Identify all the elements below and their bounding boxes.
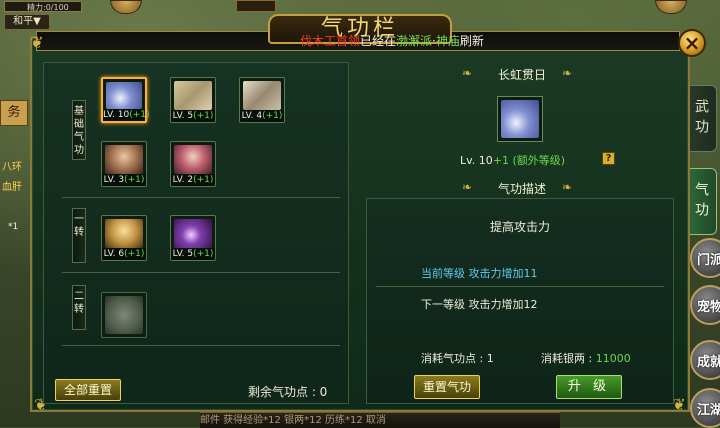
cost-silver: 消耗银两 : 11000 [541,350,631,366]
tier-label-first: 一转 [72,208,86,263]
cost-silver-value: 11000 [595,352,631,365]
skill-level: LV. 6 [103,249,125,259]
skill-slot[interactable]: LV. 3(+1) [101,141,147,187]
tier-divider [62,197,340,198]
broadcast-text-b: 刷新 [459,34,484,48]
cost-silver-label: 消耗银两 : [541,352,593,365]
purple-orb-skill-icon [174,219,212,248]
monk-skill-icon [105,219,143,248]
skill-slot[interactable]: LV. 6(+1) [101,215,147,261]
next-level-effect: 下一等级 攻击力增加12 [421,298,538,311]
blade-skill-icon [106,82,142,109]
upgrade-button[interactable]: 升 级 [556,375,622,399]
skill-slot[interactable]: LV. 5(+1) [170,77,216,123]
skill-extra-level: +1 (额外等级) [492,154,566,167]
pk-mode-dropdown[interactable]: 和平▼ [4,14,50,30]
skill-bonus: (+1) [193,249,214,259]
tier-label-second: 二转 [72,285,86,330]
broadcast-location-b: 神庙 [435,34,460,48]
tab-qigong[interactable]: 气功 [686,168,717,235]
bottom-chat-strip: 邮件 获得经验*12 银两*12 历练*12 取消 [200,412,560,428]
skill-level: LV. 5 [172,249,194,259]
skill-level: LV. 10 [103,110,130,120]
reset-qigong-button[interactable]: 重置气功 [414,375,480,399]
skill-bonus: (+1) [129,110,150,120]
blade-skill-icon [501,100,539,138]
corner-ornament-icon: ❦ [30,33,44,52]
energy-bar: 精力:0/100 [4,1,82,12]
tab-martial-arts[interactable]: 武功 [686,85,717,152]
description-title: 气功描述 [497,182,546,196]
skill-level-line: Lv. 10+1 (额外等级) [460,152,565,168]
help-icon[interactable]: ? [602,152,615,165]
skill-slot[interactable]: LV. 4(+1) [239,77,285,123]
tier-label-basic: 基础气功 [72,100,86,160]
reset-all-button[interactable]: 全部重置 [55,379,121,401]
tier-divider [62,272,340,273]
remaining-points: 剩余气功点 : 0 [248,385,328,399]
gold-skill-icon [174,81,212,110]
skill-bonus: (+1) [262,111,283,121]
broadcast-text-a: 已经在 [360,34,397,48]
current-level-effect: 当前等级 攻击力增加11 [421,267,538,280]
heroine-skill-icon [174,145,212,174]
skill-level: LV. 2 [172,175,194,185]
skill-description: 提高攻击力 [489,220,550,234]
top-right-icon[interactable] [655,0,687,14]
broadcast-message: 伐木工首领已经在渤澥派·神庙刷新 [300,33,560,50]
buff-label-b: 血肝 [2,182,22,193]
skill-name: 长虹贯日 [497,68,546,82]
skill-slot[interactable]: LV. 2(+1) [170,141,216,187]
item-count: *1 [8,222,19,232]
skill-slot[interactable]: LV. 10(+1) [101,77,150,123]
skill-slot-locked[interactable] [101,292,147,338]
skill-level: LV. 5 [172,111,194,121]
skill-bonus: (+1) [124,249,145,259]
skill-level: LV. 4 [241,111,263,121]
skill-bonus: (+1) [193,175,214,185]
skill-level-value: Lv. 10 [460,154,493,167]
skill-bonus: (+1) [124,175,145,185]
skill-bonus: (+1) [193,111,214,121]
top-menu-icon[interactable] [110,0,142,14]
top-status-box [236,0,276,12]
cost-qigong-points: 消耗气功点 : 1 [421,352,494,365]
tier-divider [62,345,340,346]
broadcast-location-a: 渤澥派 [396,34,433,48]
warrior-skill-icon [105,145,143,174]
buff-label-a: 八环 [2,162,22,173]
locked-skill-icon [105,296,143,334]
broadcast-boss: 伐木工首领 [300,34,361,48]
scroll-skill-icon [243,81,281,110]
skill-level: LV. 3 [103,175,125,185]
skill-slot[interactable]: LV. 5(+1) [170,215,216,261]
selected-skill-icon [497,96,543,142]
quest-tab[interactable]: 务 [0,100,28,126]
divider [376,286,664,287]
close-button[interactable]: × [678,29,706,57]
